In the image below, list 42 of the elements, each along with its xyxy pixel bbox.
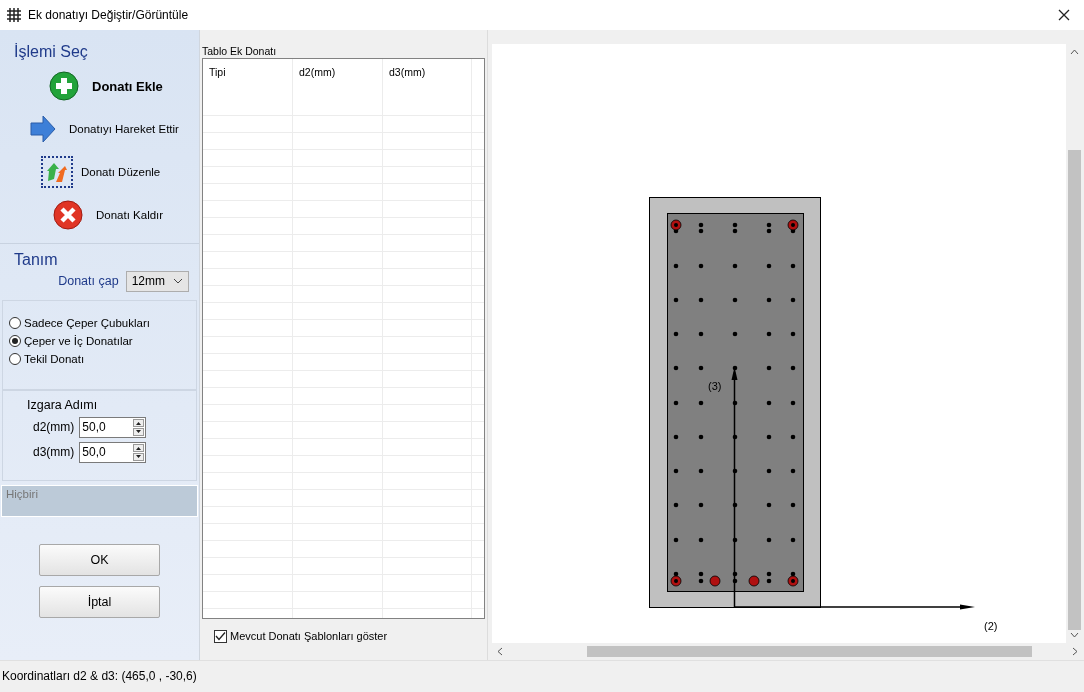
section-heading: Tanım: [14, 250, 59, 269]
action-button[interactable]: Donatıyı Hareket Ettir: [14, 107, 199, 151]
spin-arrows-icon: [133, 418, 145, 436]
status-text: Koordinatları d2 & d3: (465,0 , -30,6): [2, 669, 197, 684]
field-label: d3(mm): [33, 445, 75, 459]
radio-option[interactable]: Çeper ve İç Donatılar: [9, 334, 196, 347]
close-icon[interactable]: [1058, 8, 1070, 21]
action-button[interactable]: Donatı Ekle: [14, 64, 199, 108]
action-button[interactable]: Donatı Düzenle: [14, 150, 199, 194]
number-spinner[interactable]: 50,0: [79, 416, 147, 438]
section-heading: Izgara Adımı: [27, 397, 99, 412]
chevron-icon: [173, 278, 183, 284]
axis-label: (2): [984, 619, 998, 632]
radio-option[interactable]: Tekil Donatı: [9, 352, 196, 365]
templates-checkbox[interactable]: Mevcut Donatı Şablonları göster: [214, 629, 485, 643]
scroll-up-icon[interactable]: [1070, 48, 1079, 55]
scroll-right-icon[interactable]: [1072, 646, 1078, 656]
scroll-down-icon[interactable]: [1070, 631, 1079, 638]
column-header[interactable]: Tipi: [203, 58, 293, 99]
remove-icon: [53, 200, 83, 230]
column-header[interactable]: d3(mm): [383, 58, 472, 99]
radio-option[interactable]: Sadece Çeper Çubukları: [9, 316, 196, 329]
info-panel: Hiçbiri: [1, 484, 198, 517]
check-icon: [215, 630, 226, 642]
field-label: d2(mm): [33, 420, 75, 434]
column-header[interactable]: d2(mm): [293, 58, 383, 99]
app-icon: [6, 6, 22, 23]
table-caption: Tablo Ek Donatı: [202, 44, 278, 58]
diameter-dropdown[interactable]: 12mm: [125, 270, 189, 292]
spin-arrows-icon: [133, 443, 145, 461]
dialog-button[interactable]: İptal: [39, 585, 160, 618]
number-spinner[interactable]: 50,0: [79, 441, 147, 463]
axis-label: (3): [708, 379, 722, 392]
arrow-icon: [30, 115, 56, 143]
dialog-button[interactable]: OK: [39, 543, 160, 576]
field-label: Donatı çap: [58, 274, 119, 288]
scroll-left-icon[interactable]: [497, 646, 503, 656]
plus-icon: [49, 71, 79, 101]
edit-icon: [46, 161, 68, 183]
action-button[interactable]: Donatı Kaldır: [14, 193, 199, 237]
window-title: Ek donatıyı Değiştir/Görüntüle: [28, 7, 190, 22]
section-heading: İşlemi Seç: [14, 42, 89, 61]
